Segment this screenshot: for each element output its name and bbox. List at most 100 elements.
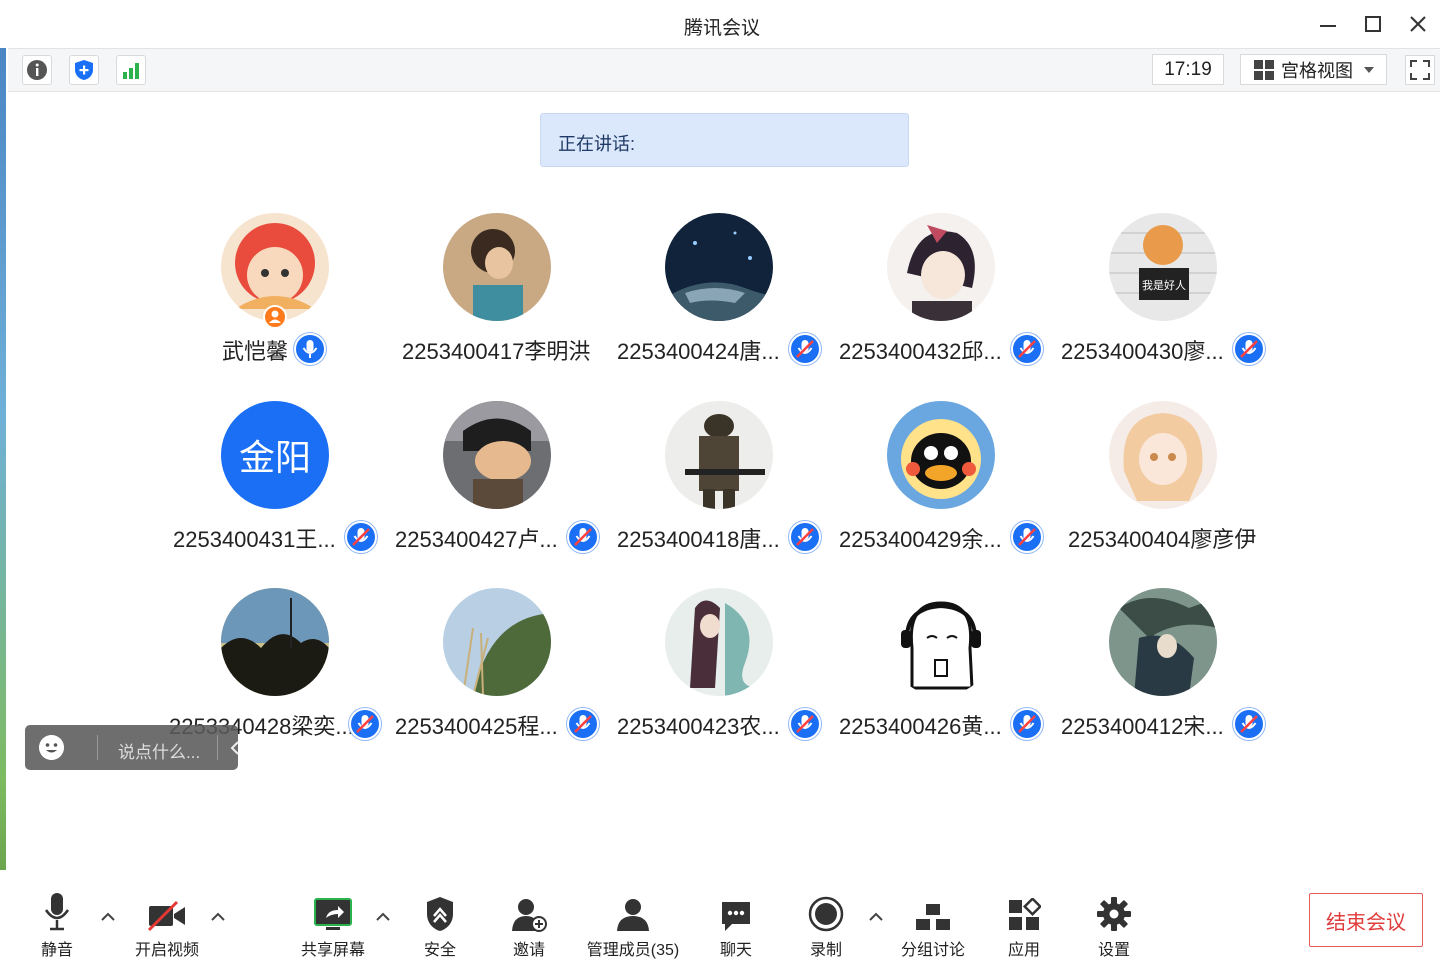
close-button[interactable] xyxy=(1403,10,1433,38)
avatar xyxy=(665,401,773,509)
mic-muted-icon xyxy=(345,521,377,553)
apps-button[interactable]: 应用 xyxy=(1004,890,1044,960)
record-button[interactable]: 录制 xyxy=(806,890,846,960)
participant-tile[interactable]: 2253400425程... xyxy=(387,588,609,768)
participant-name: 2253400431王... xyxy=(173,527,336,552)
avatar xyxy=(887,401,995,509)
shield-icon xyxy=(75,60,93,80)
network-status-button[interactable] xyxy=(116,55,146,85)
minimize-icon xyxy=(1320,25,1336,27)
avatar xyxy=(443,401,551,509)
mic-muted-icon xyxy=(1011,521,1043,553)
participant-tile[interactable]: 2253400432邱... xyxy=(831,213,1053,393)
avatar xyxy=(1109,588,1217,696)
start-video-label: 开启视频 xyxy=(134,942,199,959)
participant-tile[interactable]: 武恺馨 xyxy=(165,213,387,393)
manage-members-button[interactable]: 管理成员(35) xyxy=(583,890,683,960)
security-button[interactable]: 安全 xyxy=(420,890,460,960)
quick-chat-input[interactable]: 说点什么... xyxy=(118,738,200,763)
end-meeting-button[interactable]: 结束会议 xyxy=(1309,893,1423,947)
window-title: 腾讯会议 xyxy=(683,18,760,39)
participant-name: 2253400425程... xyxy=(395,714,558,739)
chevron-down-icon xyxy=(1364,67,1374,73)
mute-label: 静音 xyxy=(40,942,73,959)
record-icon xyxy=(808,896,844,932)
start-video-button[interactable]: 开启视频 xyxy=(134,890,200,960)
chat-label: 聊天 xyxy=(719,942,752,959)
collapse-chevron-icon[interactable] xyxy=(228,738,242,758)
participant-tile[interactable]: 2253400417李明洪 xyxy=(387,213,609,393)
info-icon xyxy=(27,60,47,80)
participant-name: 武恺馨 xyxy=(222,339,289,364)
avatar xyxy=(221,588,329,696)
divider xyxy=(97,735,98,760)
microphone-icon xyxy=(44,893,70,931)
emoji-icon[interactable] xyxy=(39,735,64,760)
settings-button[interactable]: 设置 xyxy=(1094,890,1134,960)
avatar-initials: 金阳 xyxy=(238,437,311,478)
avatar xyxy=(887,588,995,696)
avatar xyxy=(887,213,995,321)
avatar xyxy=(1109,401,1217,509)
minimize-button[interactable] xyxy=(1313,10,1343,38)
participant-tile[interactable]: 2253400426黄... xyxy=(831,588,1053,768)
view-mode-select[interactable]: 宫格视图 xyxy=(1240,54,1387,85)
video-options-chevron-icon[interactable] xyxy=(210,910,226,922)
fullscreen-icon xyxy=(1410,60,1430,80)
participant-tile[interactable]: 2253400424唐... xyxy=(609,213,831,393)
mic-muted-icon xyxy=(1233,708,1265,740)
participant-name: 2253400417李明洪 xyxy=(402,339,591,364)
participant-tile[interactable]: 2253400404廖彦伊 xyxy=(1053,401,1275,581)
manage-members-label: 管理成员(35) xyxy=(586,942,680,959)
participant-name: 2253400429余... xyxy=(839,527,1002,552)
breakout-rooms-button[interactable]: 分组讨论 xyxy=(899,890,967,960)
chat-button[interactable]: 聊天 xyxy=(716,890,756,960)
maximize-button[interactable] xyxy=(1358,10,1388,38)
meeting-info-button[interactable] xyxy=(22,55,52,85)
participant-tile[interactable]: 2253400429余... xyxy=(831,401,1053,581)
mic-on-icon xyxy=(294,333,326,365)
mic-muted-icon xyxy=(567,521,599,553)
avatar: 金阳 xyxy=(221,401,329,509)
participant-tile[interactable]: 我是好人 2253400430廖... xyxy=(1053,213,1275,393)
mic-muted-icon xyxy=(789,521,821,553)
desktop-edge xyxy=(0,48,6,961)
participant-tile[interactable]: 2253400427卢... xyxy=(387,401,609,581)
share-screen-button[interactable]: 共享屏幕 xyxy=(300,890,366,960)
participant-name: 2253400418唐... xyxy=(617,527,780,552)
mute-options-chevron-icon[interactable] xyxy=(100,910,116,922)
breakout-rooms-icon xyxy=(916,904,950,930)
members-icon xyxy=(617,899,649,931)
breakout-rooms-label: 分组讨论 xyxy=(900,942,965,959)
settings-label: 设置 xyxy=(1097,942,1130,959)
avatar xyxy=(443,588,551,696)
avatar xyxy=(665,588,773,696)
video-off-icon xyxy=(147,900,185,932)
maximize-icon xyxy=(1365,16,1381,32)
participant-tile[interactable]: 2253400412宋... xyxy=(1053,588,1275,768)
speaking-indicator: 正在讲话: xyxy=(540,113,909,167)
record-options-chevron-icon[interactable] xyxy=(868,910,884,922)
participant-tile[interactable]: 2253400423农... xyxy=(609,588,831,768)
meeting-clock: 17:19 xyxy=(1152,54,1224,85)
share-screen-label: 共享屏幕 xyxy=(300,942,365,959)
share-options-chevron-icon[interactable] xyxy=(375,910,391,922)
share-screen-icon xyxy=(314,898,352,930)
avatar: 我是好人 xyxy=(1109,213,1217,321)
avatar xyxy=(443,213,551,321)
participant-name: 2253400404廖彦伊 xyxy=(1068,527,1257,552)
participant-tile[interactable]: 金阳 2253400431王... xyxy=(165,401,387,581)
record-label: 录制 xyxy=(809,942,842,959)
participant-tile[interactable]: 2253400418唐... xyxy=(609,401,831,581)
fullscreen-button[interactable] xyxy=(1405,55,1435,85)
security-status-button[interactable] xyxy=(69,55,99,85)
participant-name: 2253400432邱... xyxy=(839,339,1002,364)
mic-muted-icon xyxy=(1011,333,1043,365)
invite-button[interactable]: 邀请 xyxy=(509,890,549,960)
mic-muted-icon xyxy=(1233,333,1265,365)
apps-icon xyxy=(1009,898,1041,930)
add-user-icon xyxy=(512,899,547,932)
mute-button[interactable]: 静音 xyxy=(37,890,77,960)
participant-name: 2253400412宋... xyxy=(1061,714,1224,739)
participant-name: 2253400426黄... xyxy=(839,714,1002,739)
